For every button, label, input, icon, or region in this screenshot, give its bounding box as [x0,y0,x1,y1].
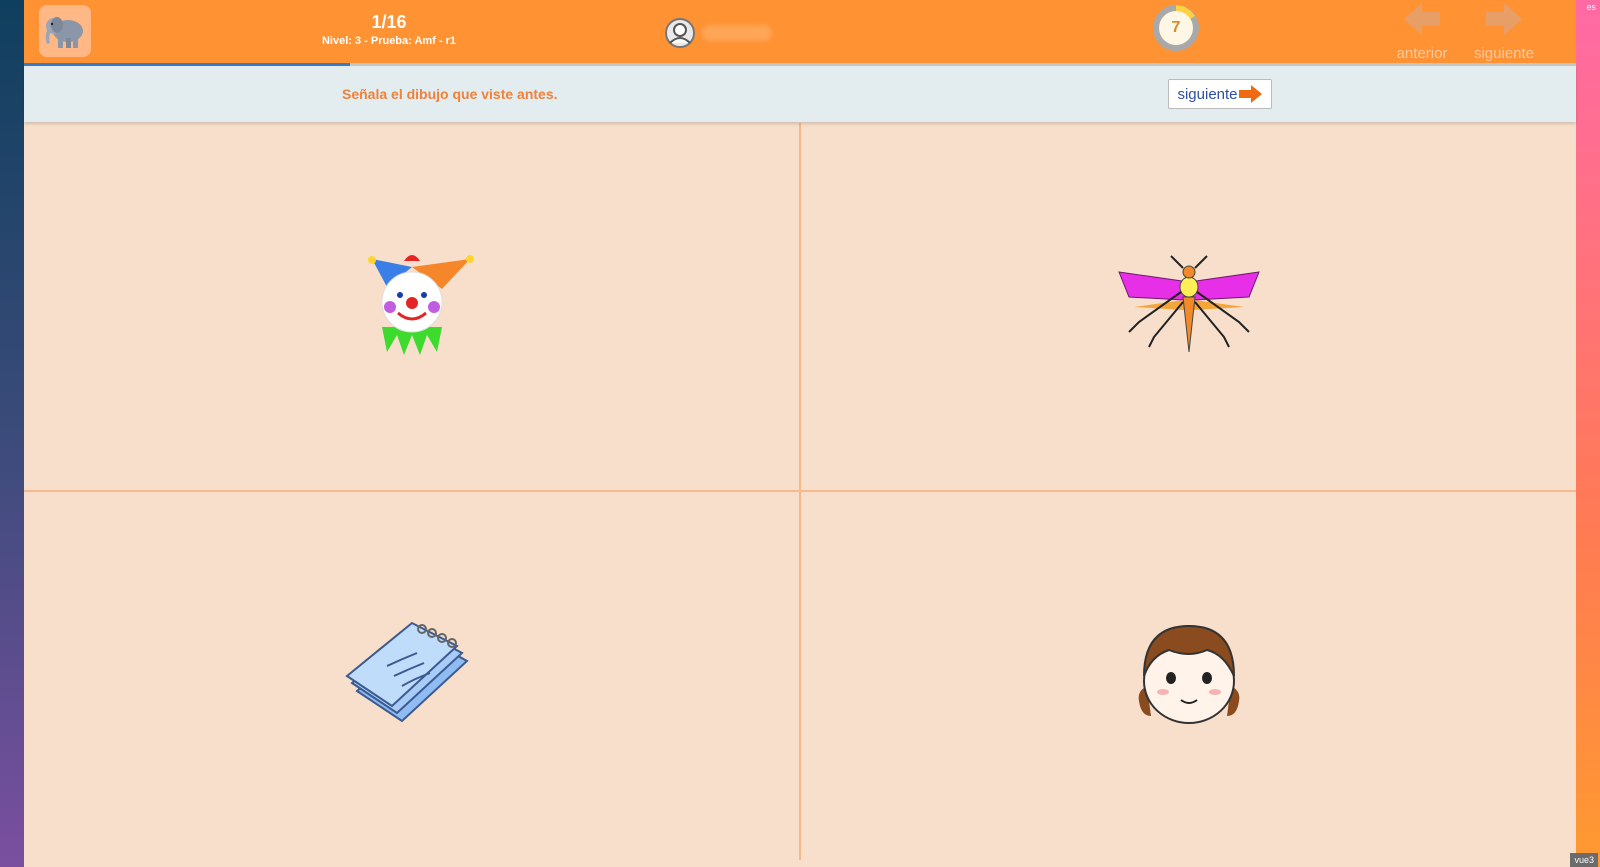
home-button[interactable] [39,5,91,57]
next-button[interactable]: siguiente [1168,79,1272,109]
option-girl-face[interactable] [801,492,1576,859]
item-count: 1/16 [371,12,407,32]
countdown-timer: 7 [1150,2,1202,54]
arrow-right-icon [1238,85,1262,103]
option-insect[interactable] [801,123,1576,490]
answer-grid [24,123,1576,860]
grid-divider-horizontal [24,490,1576,492]
next-nav-button[interactable]: siguiente [1464,0,1544,64]
next-button-label: siguiente [1177,85,1238,103]
timer-value: 7 [1171,19,1181,36]
previous-label: anterior [1396,45,1448,62]
left-gradient-strip [0,0,24,867]
girl-face-icon [1138,624,1239,724]
instruction-text: Señala el dibujo que viste antes. [342,86,558,102]
previous-button[interactable]: anterior [1382,0,1462,64]
option-notepad[interactable] [24,492,799,859]
user-avatar-icon [665,18,695,48]
arrow-right-icon [1486,3,1522,35]
user-info [664,16,772,50]
language-tag: es [1586,2,1596,12]
question-counter: 1/16 Nivel: 3 - Prueba: Amf - r1 [259,12,519,48]
header-bar: 1/16 Nivel: 3 - Prueba: Amf - r1 7 anter… [24,0,1576,66]
right-gradient-strip: es [1576,0,1600,867]
instruction-bar: Señala el dibujo que viste antes. siguie… [24,66,1576,122]
username-blurred [702,25,772,41]
next-nav-label: siguiente [1473,45,1535,62]
option-clown[interactable] [24,123,799,490]
app: 1/16 Nivel: 3 - Prueba: Amf - r1 7 anter… [24,0,1576,867]
insect-icon [1117,254,1260,352]
level-info: Nivel: 3 - Prueba: Amf - r1 [321,35,457,47]
notepad-icon [344,621,469,722]
clown-icon [367,254,474,355]
arrow-left-icon [1404,3,1440,35]
elephant-icon [45,17,83,48]
